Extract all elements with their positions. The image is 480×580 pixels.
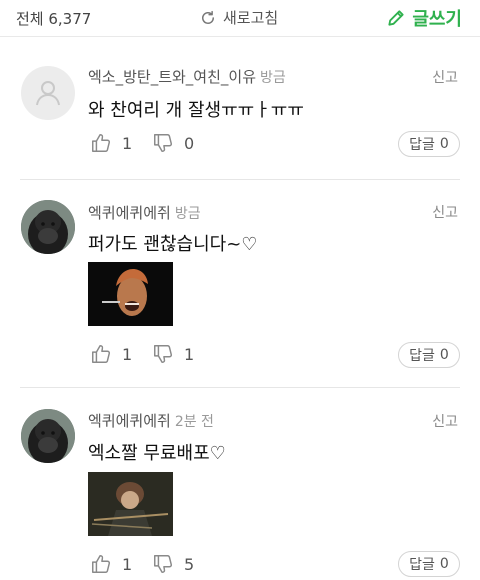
comment-text: 와 찬여리 개 잘생ㅠㅠㅏㅠㅠ	[88, 100, 304, 121]
author-name: 엑소_방탄_트와_여친_이유	[88, 68, 257, 86]
report-button[interactable]: 신고	[432, 202, 458, 222]
comment-item: 엑퀴에퀴에쥐 방금 신고 퍼가도 괜찮습니다~♡ 1 1 답글 0	[0, 180, 480, 387]
reply-button[interactable]: 답글 0	[398, 551, 460, 577]
comment-author[interactable]: 엑소_방탄_트와_여친_이유 방금	[88, 66, 286, 87]
refresh-button[interactable]: 새로고침	[199, 7, 278, 28]
comment-item: 엑소_방탄_트와_여친_이유 방금 신고 와 찬여리 개 잘생ㅠㅠㅏㅠㅠ 1 0 …	[0, 36, 480, 179]
avatar[interactable]	[21, 200, 75, 254]
total-count: 전체 6,377	[16, 10, 92, 28]
attached-image[interactable]	[88, 472, 173, 536]
like-count: 1	[122, 133, 133, 153]
gorilla-avatar-image	[21, 409, 75, 463]
pencil-icon	[388, 10, 404, 26]
reply-count: 0	[439, 347, 449, 363]
thumbs-down-icon	[154, 555, 173, 573]
thumbs-up-icon	[92, 134, 111, 152]
reply-label: 답글	[409, 348, 435, 364]
comment-time: 방금	[174, 206, 201, 222]
report-button[interactable]: 신고	[432, 67, 458, 87]
avatar[interactable]	[21, 409, 75, 463]
reply-label: 답글	[409, 557, 435, 573]
like-button[interactable]: 1	[90, 132, 132, 154]
thumbs-up-icon	[92, 555, 111, 573]
comment-item: 엑퀴에퀴에쥐 2분 전 신고 엑소짤 무료배포♡ 1 5 답글 0	[0, 388, 480, 580]
dislike-button[interactable]: 0	[152, 132, 194, 154]
dislike-count: 1	[184, 344, 195, 364]
thumbs-up-icon	[92, 345, 111, 363]
avatar[interactable]	[21, 66, 75, 120]
reply-count: 0	[439, 556, 449, 572]
attached-photo	[88, 472, 173, 536]
reply-button[interactable]: 답글 0	[398, 342, 460, 368]
refresh-icon	[202, 10, 214, 24]
attached-photo	[88, 262, 173, 326]
write-button[interactable]: 글쓰기	[386, 5, 462, 31]
comment-time: 방금	[260, 70, 286, 86]
comment-text: 퍼가도 괜찮습니다~♡	[88, 234, 258, 255]
gorilla-avatar-image	[21, 200, 75, 254]
author-name: 엑퀴에퀴에쥐	[88, 204, 171, 222]
like-count: 1	[122, 344, 133, 364]
write-label: 글쓰기	[412, 9, 462, 30]
like-button[interactable]: 1	[90, 553, 132, 575]
attached-image[interactable]	[88, 262, 173, 326]
reply-count: 0	[439, 136, 449, 152]
thumbs-down-icon	[154, 134, 173, 152]
comment-header: 전체 6,377 새로고침 글쓰기	[0, 0, 480, 37]
comment-author[interactable]: 엑퀴에퀴에쥐 방금	[88, 202, 201, 223]
reply-button[interactable]: 답글 0	[398, 131, 460, 157]
dislike-count: 0	[184, 133, 195, 153]
report-button[interactable]: 신고	[432, 411, 458, 431]
author-name: 엑퀴에퀴에쥐	[88, 412, 171, 430]
person-icon	[36, 81, 60, 106]
dislike-button[interactable]: 1	[152, 343, 194, 365]
comment-author[interactable]: 엑퀴에퀴에쥐 2분 전	[88, 410, 214, 431]
dislike-count: 5	[184, 554, 195, 574]
dislike-button[interactable]: 5	[152, 553, 194, 575]
comment-time: 2분 전	[174, 414, 214, 430]
thumbs-down-icon	[154, 345, 173, 363]
like-button[interactable]: 1	[90, 343, 132, 365]
reply-label: 답글	[409, 137, 435, 153]
comment-text: 엑소짤 무료배포♡	[88, 443, 226, 464]
refresh-label: 새로고침	[223, 9, 279, 27]
like-count: 1	[122, 554, 133, 574]
